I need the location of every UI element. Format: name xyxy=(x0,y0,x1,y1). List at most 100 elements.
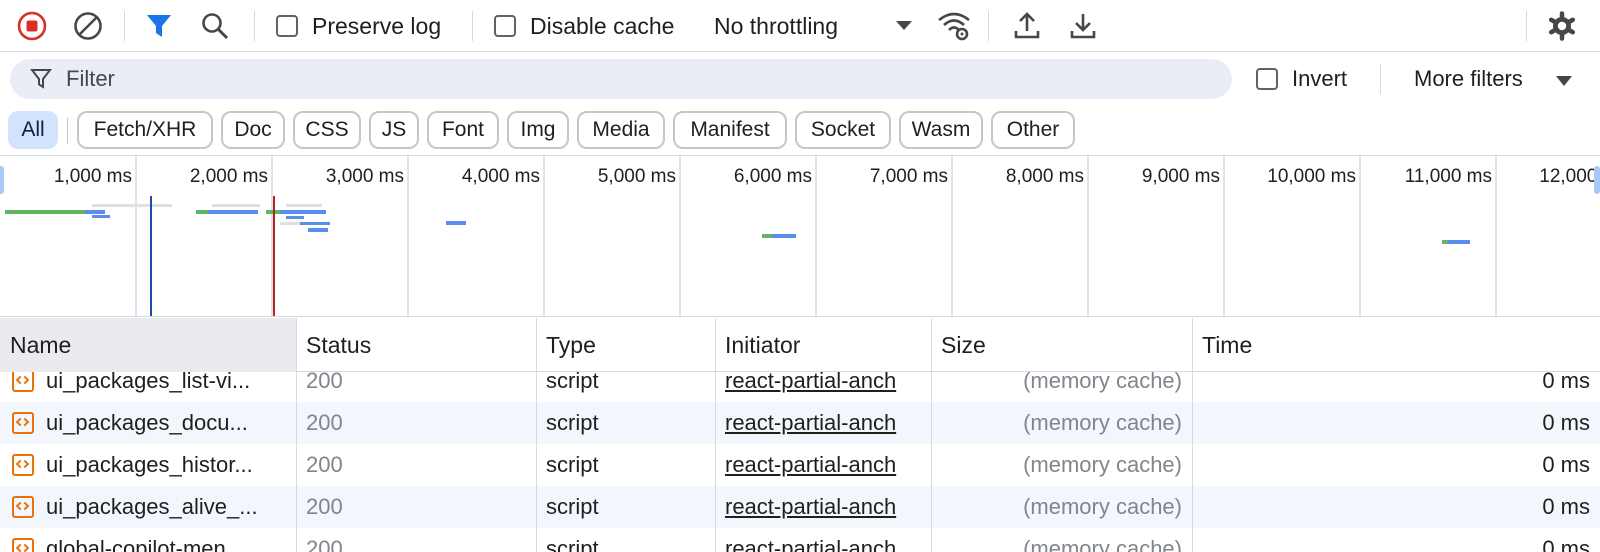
table-row[interactable]: ui_packages_alive_... 200 script react-p… xyxy=(0,486,1600,528)
request-initiator-link[interactable]: react-partial-anch xyxy=(725,402,930,444)
filter-input[interactable]: Filter xyxy=(10,59,1232,99)
overview-tick-label: 2,000 ms xyxy=(190,166,268,187)
script-icon xyxy=(12,538,34,552)
request-type: script xyxy=(546,410,599,435)
overview-tick-label: 1,000 ms xyxy=(54,166,132,187)
request-status: 200 xyxy=(306,372,343,393)
column-header-status[interactable]: Status xyxy=(296,318,536,372)
funnel-icon xyxy=(147,15,171,37)
toolbar-divider xyxy=(1526,11,1527,41)
overview-tick-label: 8,000 ms xyxy=(1006,166,1084,187)
column-divider[interactable] xyxy=(1192,318,1193,552)
column-divider[interactable] xyxy=(715,318,716,552)
request-name: ui_packages_histor... xyxy=(46,452,253,477)
column-header-initiator[interactable]: Initiator xyxy=(715,318,931,372)
request-bar xyxy=(1442,240,1448,244)
network-toolbar: Preserve log Disable cache No throttling xyxy=(0,0,1600,52)
request-time: 0 ms xyxy=(1542,494,1590,519)
clear-icon xyxy=(74,12,102,40)
type-filter-css[interactable]: CSS xyxy=(293,111,361,149)
request-type: script xyxy=(546,452,599,477)
script-icon xyxy=(12,412,34,434)
upload-icon xyxy=(1014,12,1040,39)
column-header-size[interactable]: Size xyxy=(931,318,1192,372)
table-row[interactable]: global-copilot-men... 200 script react-p… xyxy=(0,528,1600,552)
request-bar xyxy=(308,228,328,232)
request-initiator-link[interactable]: react-partial-anch xyxy=(725,444,930,486)
more-filters-dropdown[interactable]: More filters xyxy=(1414,59,1572,99)
type-filter-font[interactable]: Font xyxy=(427,111,499,149)
request-bar xyxy=(196,210,208,214)
column-header-type[interactable]: Type xyxy=(536,318,715,372)
column-divider[interactable] xyxy=(931,318,932,552)
request-table-body: ui_packages_list-vi... 200 script react-… xyxy=(0,372,1600,552)
export-har-button[interactable] xyxy=(1066,0,1100,52)
filter-toggle-button[interactable] xyxy=(142,0,176,52)
script-icon xyxy=(12,454,34,476)
request-size: (memory cache) xyxy=(1023,372,1182,393)
overview-tick-label: 4,000 ms xyxy=(462,166,540,187)
request-status: 200 xyxy=(306,494,343,519)
clear-log-button[interactable] xyxy=(70,0,106,52)
wifi-settings-icon xyxy=(938,12,970,41)
toolbar-divider xyxy=(472,11,473,41)
request-bar xyxy=(446,221,466,225)
table-row[interactable]: ui_packages_list-vi... 200 script react-… xyxy=(0,372,1600,402)
overview-left-handle[interactable] xyxy=(0,166,4,194)
request-bar xyxy=(772,234,796,238)
type-filter-doc[interactable]: Doc xyxy=(221,111,285,149)
column-header-name[interactable]: Name xyxy=(0,318,296,372)
request-type: script xyxy=(546,372,599,393)
column-divider[interactable] xyxy=(536,318,537,552)
type-filter-all[interactable]: All xyxy=(8,111,58,149)
request-bar xyxy=(280,210,326,214)
request-bar xyxy=(92,204,172,207)
disable-cache-checkbox[interactable] xyxy=(494,15,516,37)
type-filter-wasm[interactable]: Wasm xyxy=(899,111,983,149)
type-filter-other[interactable]: Other xyxy=(991,111,1075,149)
request-bar xyxy=(1448,240,1470,244)
request-initiator-link[interactable]: react-partial-anch xyxy=(725,372,930,402)
type-filter-manifest[interactable]: Manifest xyxy=(673,111,787,149)
stop-recording-button[interactable] xyxy=(14,0,50,52)
preserve-log-checkbox[interactable] xyxy=(276,15,298,37)
type-filter-fetch-xhr[interactable]: Fetch/XHR xyxy=(77,111,213,149)
request-initiator-link[interactable]: react-partial-anch xyxy=(725,528,930,552)
search-button[interactable] xyxy=(198,0,232,52)
request-bar xyxy=(286,216,304,219)
type-filter-js[interactable]: JS xyxy=(369,111,419,149)
network-overview[interactable]: 1,000 ms 2,000 ms 3,000 ms 4,000 ms 5,000 ms… xyxy=(0,155,1600,317)
request-name: ui_packages_alive_... xyxy=(46,494,258,519)
request-time: 0 ms xyxy=(1542,452,1590,477)
network-conditions-button[interactable] xyxy=(934,0,974,52)
request-bar xyxy=(208,210,258,214)
type-filter-media[interactable]: Media xyxy=(577,111,665,149)
overview-tick-label: 11,000 ms xyxy=(1405,166,1492,187)
table-row[interactable]: ui_packages_histor... 200 script react-p… xyxy=(0,444,1600,486)
import-har-button[interactable] xyxy=(1010,0,1044,52)
more-filters-label: More filters xyxy=(1414,66,1523,91)
throttling-dropdown-button[interactable] xyxy=(892,0,916,52)
column-divider[interactable] xyxy=(296,318,297,552)
download-icon xyxy=(1070,14,1096,39)
type-filter-img[interactable]: Img xyxy=(507,111,569,149)
filter-divider xyxy=(1380,64,1381,94)
table-row[interactable]: ui_packages_docu... 200 script react-par… xyxy=(0,402,1600,444)
overview-tick-label: 12,000 ms xyxy=(1539,166,1600,187)
request-size: (memory cache) xyxy=(1023,536,1182,552)
chevron-down-icon xyxy=(1556,76,1572,86)
request-type: script xyxy=(546,536,599,552)
throttling-select[interactable]: No throttling xyxy=(714,0,838,52)
invert-checkbox[interactable] xyxy=(1256,68,1278,90)
request-table-header: Name Status Type Initiator Size Time xyxy=(0,318,1600,372)
request-type: script xyxy=(546,494,599,519)
request-initiator-link[interactable]: react-partial-anch xyxy=(725,486,930,528)
network-settings-button[interactable] xyxy=(1544,0,1580,52)
request-size: (memory cache) xyxy=(1023,410,1182,435)
overview-right-handle[interactable] xyxy=(1594,166,1600,194)
request-size: (memory cache) xyxy=(1023,452,1182,477)
column-header-time[interactable]: Time xyxy=(1192,318,1600,372)
type-filter-socket[interactable]: Socket xyxy=(795,111,891,149)
script-icon xyxy=(12,372,34,392)
overview-tick-label: 10,000 ms xyxy=(1267,166,1356,187)
